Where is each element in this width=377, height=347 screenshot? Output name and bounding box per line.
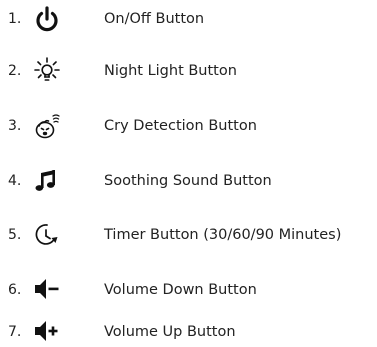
item-number: 5. — [8, 227, 22, 243]
music-note-icon — [31, 166, 63, 196]
volume-up-icon — [31, 317, 63, 347]
volume-down-icon — [31, 275, 63, 305]
item-label: Cry Detection Button — [104, 118, 257, 134]
item-number: 7. — [8, 324, 22, 340]
item-number: 2. — [8, 63, 22, 79]
list-item-on-off: 1. On/Off Button — [0, 4, 377, 34]
power-icon — [31, 4, 63, 34]
light-bulb-icon — [31, 56, 63, 86]
item-label: On/Off Button — [104, 11, 205, 27]
item-number: 3. — [8, 118, 22, 134]
button-legend-list: 1. On/Off Button 2. Night Light Button 3… — [0, 0, 377, 347]
list-item-volume-down: 6. Volume Down Button — [0, 275, 377, 305]
item-number: 4. — [8, 173, 22, 189]
item-label: Volume Down Button — [104, 282, 257, 298]
list-item-soothing-sound: 4. Soothing Sound Button — [0, 166, 377, 196]
list-item-cry-detection: 3. Cry Detection Button — [0, 111, 377, 141]
item-label: Soothing Sound Button — [104, 173, 272, 189]
crying-baby-icon — [31, 111, 63, 141]
timer-icon — [31, 220, 63, 250]
list-item-volume-up: 7. Volume Up Button — [0, 317, 377, 347]
item-label: Volume Up Button — [104, 324, 236, 340]
list-item-night-light: 2. Night Light Button — [0, 56, 377, 86]
list-item-timer: 5. Timer Button (30/60/90 Minutes) — [0, 220, 377, 250]
item-label: Timer Button (30/60/90 Minutes) — [104, 227, 342, 243]
item-label: Night Light Button — [104, 63, 237, 79]
item-number: 1. — [8, 11, 22, 27]
item-number: 6. — [8, 282, 22, 298]
